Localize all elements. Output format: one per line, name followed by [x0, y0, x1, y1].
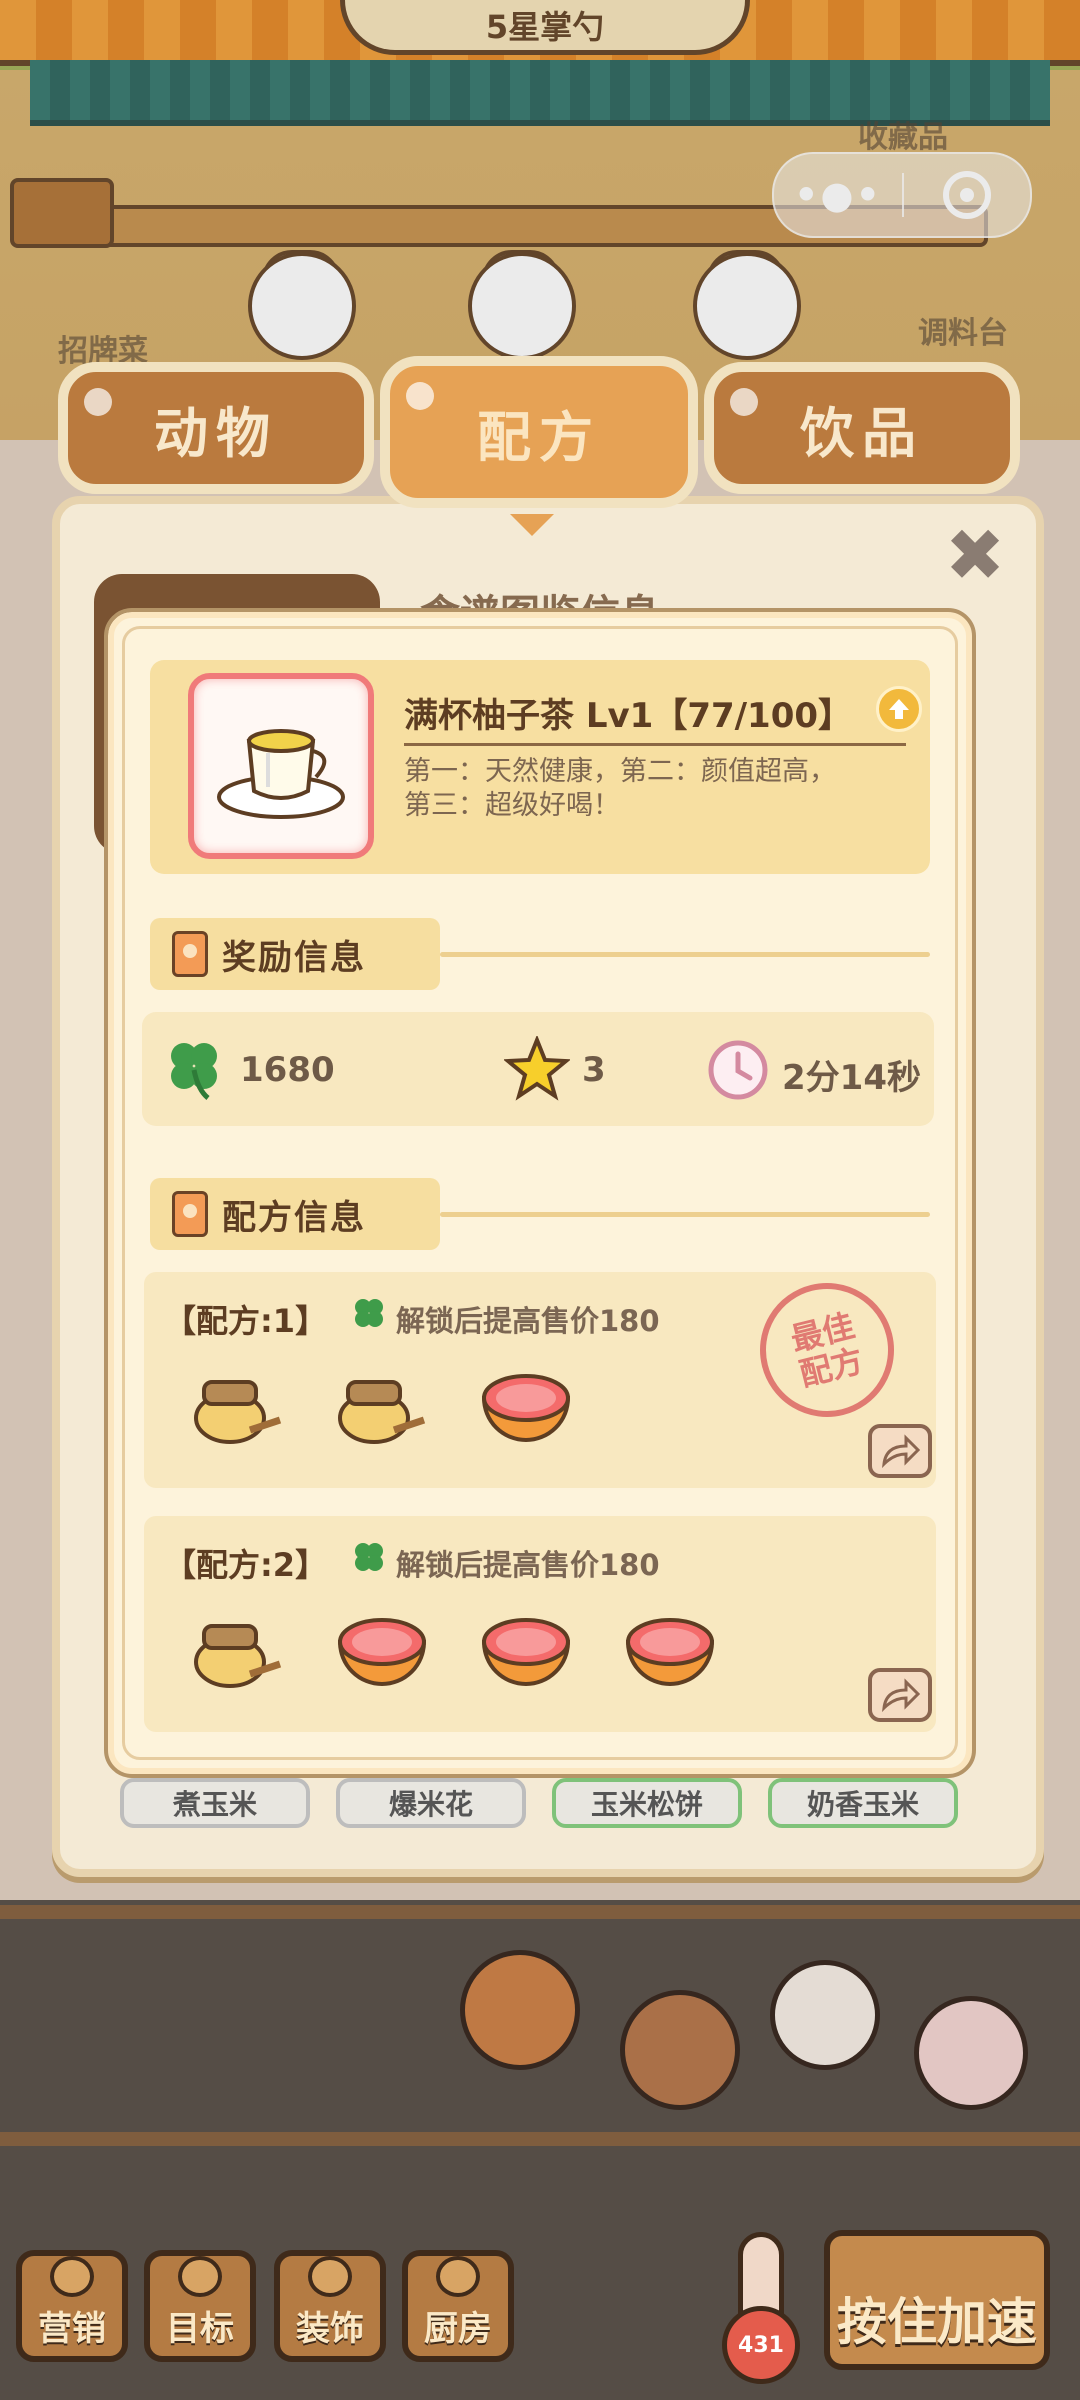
tab-label: 配方 [477, 405, 601, 469]
section-divider [440, 1212, 930, 1217]
target-icon [178, 2256, 222, 2297]
clover-reward-value: 1680 [240, 1050, 335, 1090]
title-underline [404, 743, 906, 746]
thermometer-value: 431 [722, 2306, 800, 2384]
clock-icon [708, 1040, 768, 1100]
chip-popcorn[interactable]: 爆米花 [336, 1778, 526, 1828]
star-reward-value: 3 [582, 1050, 606, 1090]
megaphone-icon [50, 2256, 94, 2297]
recipe-1-label: 【配方:1】 [164, 1302, 328, 1340]
clover-icon [355, 1543, 383, 1571]
arrow-up-icon [889, 699, 909, 719]
share-icon [882, 1678, 920, 1712]
clover-icon [355, 1299, 383, 1327]
chip-milk-corn[interactable]: 奶香玉米 [768, 1778, 958, 1828]
recipe-1-share-button[interactable] [868, 1424, 932, 1478]
star-icon [504, 1036, 570, 1101]
chip-corn-muffin[interactable]: 玉米松饼 [552, 1778, 742, 1828]
tab-drinks[interactable]: 饮品 [704, 362, 1020, 494]
grapefruit-icon [625, 1618, 715, 1686]
tab-label: 动物 [154, 401, 278, 465]
grapefruit-icon [337, 1618, 427, 1686]
tab-label: 饮品 [800, 401, 924, 465]
marketing-button[interactable]: 营销 [16, 2250, 128, 2362]
section-divider [440, 952, 930, 957]
recipe-section-header: 配方信息 [150, 1178, 440, 1250]
item-thumbnail [188, 673, 374, 859]
hammer-icon [308, 2256, 352, 2297]
teacup-icon [217, 729, 345, 819]
honey-jar-icon [194, 1624, 282, 1688]
close-panel-button[interactable]: ✖ [940, 519, 1010, 591]
reward-section-header: 奖励信息 [150, 918, 440, 990]
kitchen-button[interactable]: 厨房 [402, 2250, 514, 2362]
recipe-2-label: 【配方:2】 [164, 1546, 328, 1584]
recipe-section-title: 配方信息 [222, 1197, 366, 1238]
share-icon [882, 1434, 920, 1468]
grapefruit-icon [481, 1618, 571, 1686]
tab-animals[interactable]: 动物 [58, 362, 374, 494]
bottom-button-label: 营销 [38, 2309, 106, 2349]
upgrade-button[interactable] [876, 686, 922, 732]
hold-to-speed-up-button[interactable]: 按住加速 [824, 2230, 1050, 2370]
speed-button-label: 按住加速 [837, 2293, 1037, 2351]
recipe-2-share-button[interactable] [868, 1668, 932, 1722]
active-tab-pointer [510, 514, 554, 536]
grapefruit-icon [481, 1374, 571, 1442]
honey-jar-icon [338, 1380, 426, 1444]
goals-button[interactable]: 目标 [144, 2250, 256, 2362]
clover-icon [171, 1043, 217, 1100]
tab-recipes[interactable]: 配方 [380, 356, 698, 508]
honey-jar-icon [194, 1380, 282, 1444]
time-reward-value: 2分14秒 [782, 1058, 921, 1098]
decoration-button[interactable]: 装饰 [274, 2250, 386, 2362]
reward-section-title: 奖励信息 [222, 937, 366, 978]
bottom-button-label: 目标 [166, 2309, 234, 2349]
recipe-1-bonus: 解锁后提高售价180 [396, 1304, 660, 1338]
clipboard-icon [172, 1191, 208, 1237]
bottom-button-label: 厨房 [424, 2309, 492, 2349]
pot-icon [436, 2256, 480, 2297]
bottom-button-label: 装饰 [296, 2309, 364, 2349]
clipboard-icon [172, 931, 208, 977]
item-title: 满杯柚子茶 Lv1【77/100】 [404, 696, 853, 736]
chip-boiled-corn[interactable]: 煮玉米 [120, 1778, 310, 1828]
item-description: 第一：天然健康，第二：颜值超高，第三：超级好喝！ [404, 756, 836, 821]
recipe-2-bonus: 解锁后提高售价180 [396, 1548, 660, 1582]
